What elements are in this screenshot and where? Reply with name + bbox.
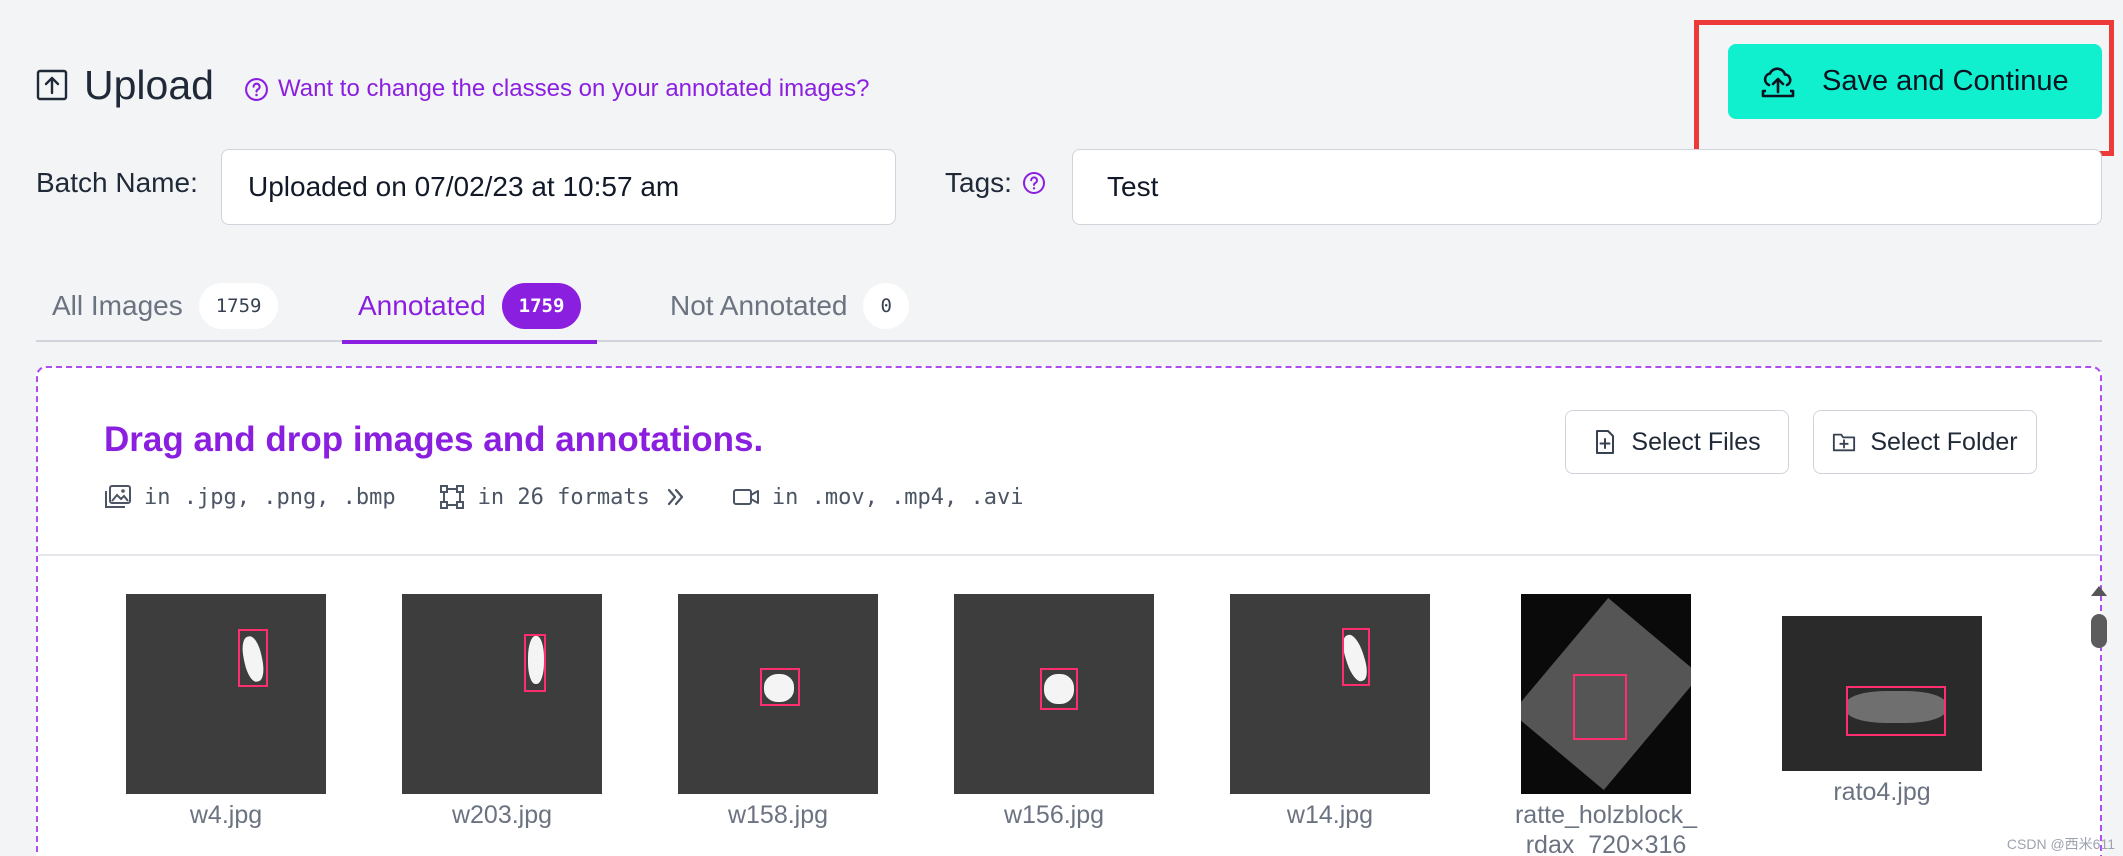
annotation-box <box>1573 674 1627 740</box>
scrollbar-thumb[interactable] <box>2091 614 2107 648</box>
save-and-continue-label: Save and Continue <box>1822 65 2069 97</box>
thumbnail-image <box>126 594 326 794</box>
page-title-text: Upload <box>84 61 214 108</box>
tab-not-annotated-label: Not Annotated <box>670 290 848 321</box>
bounding-box-icon <box>439 485 464 509</box>
annotation-formats-text: in 26 formats <box>477 484 650 510</box>
thumbnail-filename: w158.jpg <box>727 801 829 829</box>
thumbnail-image <box>678 594 878 794</box>
thumbnail-filename: w4.jpg <box>189 801 263 829</box>
tab-annotated-label: Annotated <box>358 290 486 321</box>
tab-all-images-label: All Images <box>52 290 183 321</box>
tags-input[interactable]: Test <box>1072 149 2102 225</box>
annotation-box <box>238 629 268 687</box>
batch-name-input[interactable]: Uploaded on 07/02/23 at 10:57 am <box>221 149 896 225</box>
select-files-label: Select Files <box>1631 427 1761 456</box>
watermark: CSDN @西米611 <box>2006 836 2115 852</box>
upload-icon <box>36 69 68 101</box>
tab-all-images[interactable]: All Images 1759 <box>52 270 279 342</box>
change-classes-link-label[interactable]: Want to change the classes on your annot… <box>278 75 869 103</box>
drop-zone[interactable]: Drag and drop images and annotations. in… <box>36 366 2107 856</box>
thumbnail-rato4[interactable]: rato4.jpg <box>1782 616 1982 807</box>
tab-not-annotated-count: 0 <box>863 283 909 329</box>
tags-value: Test <box>1107 171 1159 202</box>
supported-formats: in .jpg, .png, .bmp in 26 formats in .mo… <box>104 480 1024 514</box>
thumbnail-w203[interactable]: w203.jpg <box>402 594 602 830</box>
thumbnail-filename: w156.jpg <box>1003 801 1105 829</box>
select-files-button[interactable]: Select Files <box>1565 410 1789 474</box>
annotation-box <box>1342 628 1370 686</box>
tags-label: Tags: <box>945 167 1046 199</box>
select-folder-label: Select Folder <box>1870 427 2018 456</box>
folder-plus-icon <box>1833 433 1856 452</box>
select-folder-button[interactable]: Select Folder <box>1813 410 2037 474</box>
annotation-box <box>760 668 800 706</box>
video-formats-text: in .mov, .mp4, .avi <box>771 484 1024 510</box>
active-tab-indicator <box>342 340 598 344</box>
thumbnail-image <box>1230 594 1430 794</box>
thumbnail-image <box>402 594 602 794</box>
tab-annotated[interactable]: Annotated 1759 <box>342 270 598 344</box>
save-and-continue-button[interactable]: Save and Continue <box>1728 44 2102 119</box>
batch-name-label: Batch Name: <box>36 167 198 198</box>
annotation-box <box>1846 686 1946 736</box>
thumbnail-w4[interactable]: w4.jpg <box>126 594 326 830</box>
thumbnail-ratte-holzblock[interactable]: ratte_holzblock_rdax_720×316 <box>1506 594 1706 856</box>
drop-zone-divider <box>38 554 2100 556</box>
change-classes-link[interactable]: Want to change the classes on your annot… <box>244 73 869 105</box>
annotation-box <box>524 634 546 692</box>
upload-page: Upload Want to change the classes on you… <box>0 0 2123 856</box>
tab-annotated-count: 1759 <box>501 283 582 329</box>
annotation-box <box>1040 668 1078 710</box>
tags-label-text: Tags: <box>945 167 1012 198</box>
image-filter-tabs: All Images 1759 Annotated 1759 Not Annot… <box>36 270 2102 344</box>
thumbnail-image <box>1521 594 1691 794</box>
drop-zone-title: Drag and drop images and annotations. <box>104 420 764 459</box>
thumbnail-w158[interactable]: w158.jpg <box>678 594 878 830</box>
thumbnail-filename: w14.jpg <box>1286 801 1374 829</box>
tab-not-annotated[interactable]: Not Annotated 0 <box>670 270 909 342</box>
page-title: Upload <box>36 60 214 110</box>
help-circle-icon <box>245 77 268 101</box>
tags-help-icon[interactable] <box>1022 171 1046 195</box>
thumbnail-filename: rato4.jpg <box>1833 778 1931 806</box>
images-icon <box>105 485 131 508</box>
thumbnail-filename: w203.jpg <box>451 801 553 829</box>
file-plus-icon <box>1596 430 1615 454</box>
video-icon <box>732 489 759 505</box>
thumbnail-image <box>954 594 1154 794</box>
image-formats-text: in .jpg, .png, .bmp <box>144 484 396 510</box>
batch-name-value: Uploaded on 07/02/23 at 10:57 am <box>248 171 680 202</box>
thumbnail-w156[interactable]: w156.jpg <box>954 594 1154 830</box>
scroll-up-arrow[interactable] <box>2091 586 2107 596</box>
chevrons-right-icon[interactable] <box>662 484 690 510</box>
thumbnail-filename: ratte_holzblock_rdax_720×316 <box>1514 801 1698 856</box>
tab-all-images-count: 1759 <box>198 283 279 329</box>
cloud-upload-icon <box>1761 66 1795 97</box>
thumbnail-image <box>1782 616 1982 771</box>
thumbnail-w14[interactable]: w14.jpg <box>1230 594 1430 830</box>
